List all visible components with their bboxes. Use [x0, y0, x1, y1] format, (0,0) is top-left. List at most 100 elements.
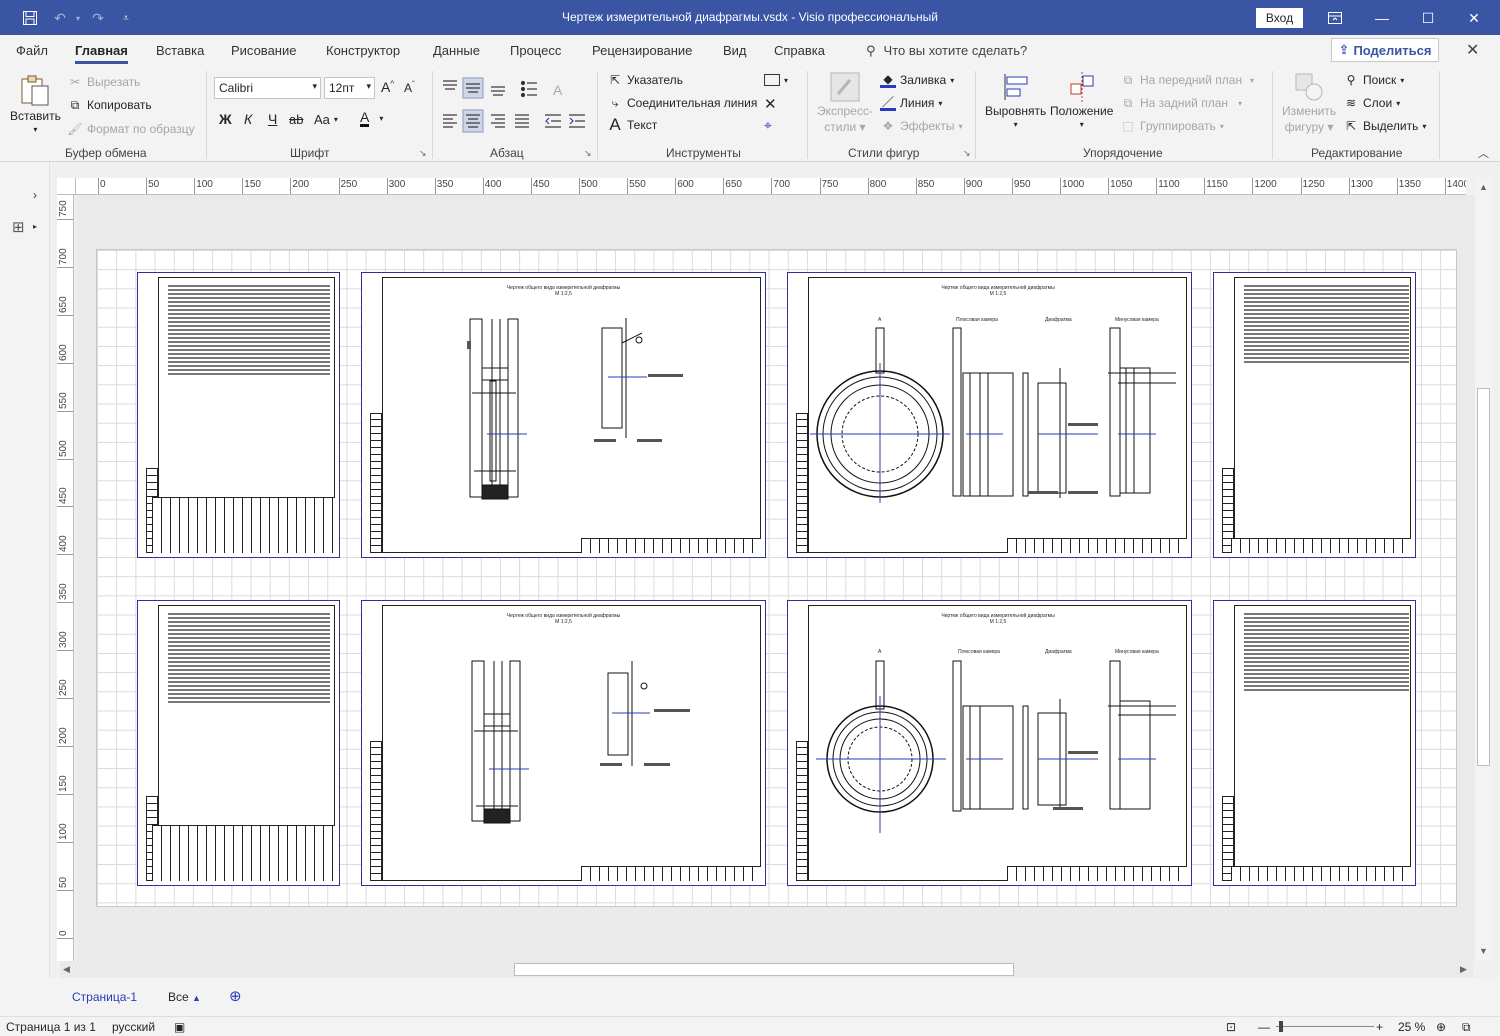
- ribbon-display-options-icon[interactable]: [1323, 6, 1347, 30]
- sheet-assembly-drawing-2[interactable]: Чертеж общего вида измерительной диафраг…: [787, 600, 1192, 886]
- bring-to-front-button[interactable]: ⧉ На передний план ▾: [1120, 72, 1254, 88]
- ruler-tick: [1444, 178, 1446, 194]
- font-family-select[interactable]: Calibri ▾: [214, 77, 321, 99]
- fit-page-icon[interactable]: ⊕: [1436, 1020, 1446, 1034]
- chevron-right-icon[interactable]: ▸: [33, 222, 37, 231]
- switch-windows-icon[interactable]: ⧉: [1462, 1020, 1471, 1035]
- expand-shapes-icon[interactable]: ›: [33, 188, 37, 202]
- presentation-mode-icon[interactable]: ⊡: [1226, 1020, 1236, 1034]
- find-button[interactable]: ⚲ Поиск ▾: [1343, 72, 1405, 88]
- italic-button[interactable]: К: [244, 111, 252, 127]
- align-button[interactable]: Выровнять ▾: [985, 72, 1046, 129]
- sheet-text-page-2[interactable]: [1213, 272, 1416, 558]
- maximize-icon[interactable]: ☐: [1416, 6, 1440, 30]
- scroll-down-icon[interactable]: ▼: [1479, 946, 1488, 956]
- line-button[interactable]: ／ Линия ▾: [880, 95, 942, 111]
- close-icon[interactable]: ✕: [1462, 6, 1486, 30]
- font-color-button[interactable]: A ▾: [360, 110, 383, 127]
- add-page-icon[interactable]: ⊕: [229, 987, 242, 1005]
- grow-font-button[interactable]: A^: [381, 79, 394, 95]
- change-shape-button[interactable]: Изменить фигуру ▾: [1282, 72, 1336, 134]
- zoom-level[interactable]: 25 %: [1398, 1020, 1425, 1034]
- dialog-launcher-icon[interactable]: ↘: [963, 148, 971, 159]
- position-button[interactable]: Положение ▾: [1050, 72, 1113, 129]
- connection-point-button[interactable]: ⌖: [764, 117, 772, 134]
- tab-draw[interactable]: Рисование: [231, 43, 296, 58]
- paste-button[interactable]: Вставить ▾: [10, 73, 61, 134]
- collapse-ribbon-icon[interactable]: ︿: [1478, 145, 1489, 161]
- macro-recorder-icon[interactable]: ▣: [174, 1020, 185, 1034]
- x-icon: ✕: [764, 96, 777, 113]
- connector-tool-button[interactable]: ⤷ Соединительная линия: [607, 95, 758, 111]
- scroll-right-icon[interactable]: ▶: [1460, 964, 1467, 975]
- scroll-left-icon[interactable]: ◀: [63, 964, 70, 975]
- tab-insert[interactable]: Вставка: [156, 43, 204, 58]
- paragraph-buttons[interactable]: A: [440, 77, 590, 137]
- shrink-font-button[interactable]: Aˇ: [404, 80, 415, 95]
- effects-button[interactable]: ❖ Эффекты ▾: [880, 118, 963, 134]
- minimize-icon[interactable]: —: [1370, 6, 1394, 30]
- select-button[interactable]: ⇱ Выделить ▾: [1343, 118, 1426, 134]
- send-to-back-button[interactable]: ⧉ На задний план ▾: [1120, 95, 1242, 111]
- tab-file[interactable]: Файл: [16, 43, 48, 58]
- tell-me-search[interactable]: ⚲ Что вы хотите сделать?: [866, 43, 1027, 59]
- drawing-canvas[interactable]: Чертеж общего вида измерительной диафраг…: [76, 195, 1475, 961]
- drawing-page[interactable]: Чертеж общего вида измерительной диафраг…: [96, 249, 1457, 907]
- quick-styles-button[interactable]: Экспресс- стили ▾: [817, 72, 873, 134]
- zoom-slider-thumb[interactable]: [1279, 1021, 1283, 1032]
- sheet-drawing-scale-2[interactable]: Чертеж общего вида измерительной диафраг…: [361, 600, 766, 886]
- dialog-launcher-icon[interactable]: ↘: [584, 148, 592, 159]
- cut-button[interactable]: ✂ Вырезать: [67, 74, 140, 90]
- sheet-text-page-3[interactable]: [137, 600, 340, 886]
- page-tab-1[interactable]: Страница-1: [72, 990, 137, 1004]
- shapes-stencil-icon[interactable]: ⊞: [12, 218, 25, 236]
- page-count[interactable]: Страница 1 из 1: [6, 1020, 96, 1034]
- strikethrough-button[interactable]: ab: [289, 112, 303, 127]
- tab-data[interactable]: Данные: [433, 43, 480, 58]
- copy-button[interactable]: ⧉ Копировать: [67, 97, 152, 113]
- vertical-scrollbar[interactable]: ▲ ▼: [1475, 178, 1492, 961]
- all-pages-button[interactable]: Все ▲: [168, 990, 201, 1004]
- effects-label: Эффекты: [900, 119, 955, 133]
- share-button[interactable]: ⇪ Поделиться: [1331, 38, 1439, 62]
- sheet-text-page[interactable]: [137, 272, 340, 558]
- horizontal-scroll-thumb[interactable]: [514, 963, 1014, 976]
- signin-button[interactable]: Вход: [1256, 8, 1303, 28]
- ruler-label: 700: [58, 248, 69, 265]
- zoom-in-icon[interactable]: +: [1376, 1020, 1383, 1034]
- zoom-out-icon[interactable]: —: [1258, 1020, 1270, 1034]
- change-case-button[interactable]: Aa ▾: [314, 112, 338, 127]
- group-button[interactable]: ⬚ Группировать ▾: [1120, 118, 1224, 134]
- tab-view[interactable]: Вид: [723, 43, 747, 58]
- sheet-text-page-4[interactable]: [1213, 600, 1416, 886]
- tab-review[interactable]: Рецензирование: [592, 43, 692, 58]
- horizontal-ruler[interactable]: 0 50 100 150 200 250 300 350 400 450 500 550 600 650 7…: [76, 178, 1466, 195]
- layers-button[interactable]: ≋ Слои ▾: [1343, 95, 1400, 111]
- font-size-select[interactable]: 12пт ▾: [324, 77, 375, 99]
- language-indicator[interactable]: русский: [112, 1020, 155, 1034]
- tab-home[interactable]: Главная: [75, 43, 128, 64]
- format-painter-button[interactable]: 🖌 Формат по образцу: [67, 121, 194, 137]
- delete-connector-button[interactable]: ✕: [764, 95, 777, 113]
- horizontal-scrollbar[interactable]: ◀ ▶: [60, 961, 1473, 978]
- tab-process[interactable]: Процесс: [510, 43, 561, 58]
- underline-button[interactable]: Ч: [268, 111, 277, 127]
- rectangle-shape-button[interactable]: ▾: [764, 72, 788, 88]
- sheet-drawing-scale[interactable]: Чертеж общего вида измерительной диафраг…: [361, 272, 766, 558]
- tab-help[interactable]: Справка: [774, 43, 825, 58]
- text-tool-button[interactable]: A Текст: [607, 115, 657, 134]
- scroll-up-icon[interactable]: ▲: [1479, 182, 1488, 192]
- ruler-tick: [57, 698, 73, 699]
- vertical-ruler[interactable]: 750 700 650 600 550 500 450 400 350 300 250 200 150 1…: [57, 195, 74, 961]
- tab-design[interactable]: Конструктор: [326, 43, 400, 58]
- ruler-label: 1200: [1254, 179, 1277, 190]
- fill-button[interactable]: ◆ Заливка ▾: [880, 72, 954, 88]
- sheet-assembly-drawing[interactable]: Чертеж общего вида измерительной диафраг…: [787, 272, 1192, 558]
- close-icon[interactable]: ✕: [1466, 40, 1479, 60]
- ruler-label: 1050: [1110, 179, 1133, 190]
- zoom-slider[interactable]: [1276, 1021, 1374, 1032]
- dialog-launcher-icon[interactable]: ↘: [419, 148, 427, 159]
- vertical-scroll-thumb[interactable]: [1477, 388, 1490, 766]
- pointer-tool-button[interactable]: ⇱ Указатель: [607, 72, 683, 88]
- bold-button[interactable]: Ж: [219, 111, 232, 127]
